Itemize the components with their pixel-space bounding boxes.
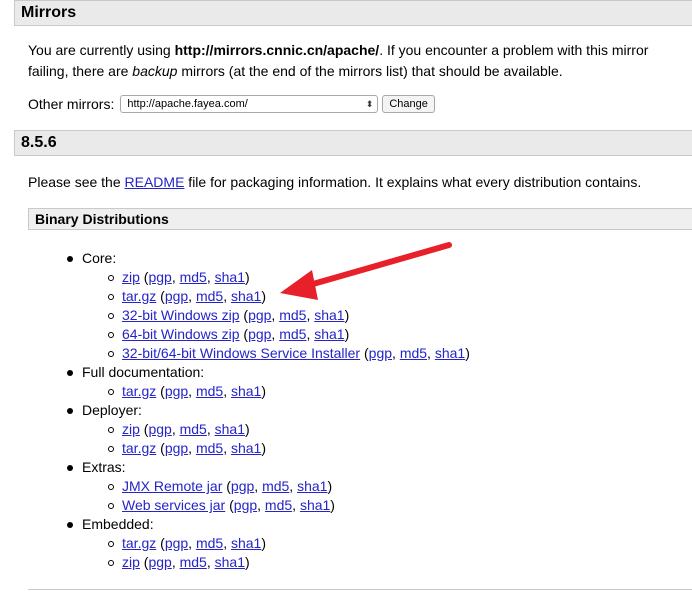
arrow-shaft	[303, 242, 452, 289]
red-arrow-icon	[280, 242, 452, 300]
arrow-head	[280, 270, 318, 300]
